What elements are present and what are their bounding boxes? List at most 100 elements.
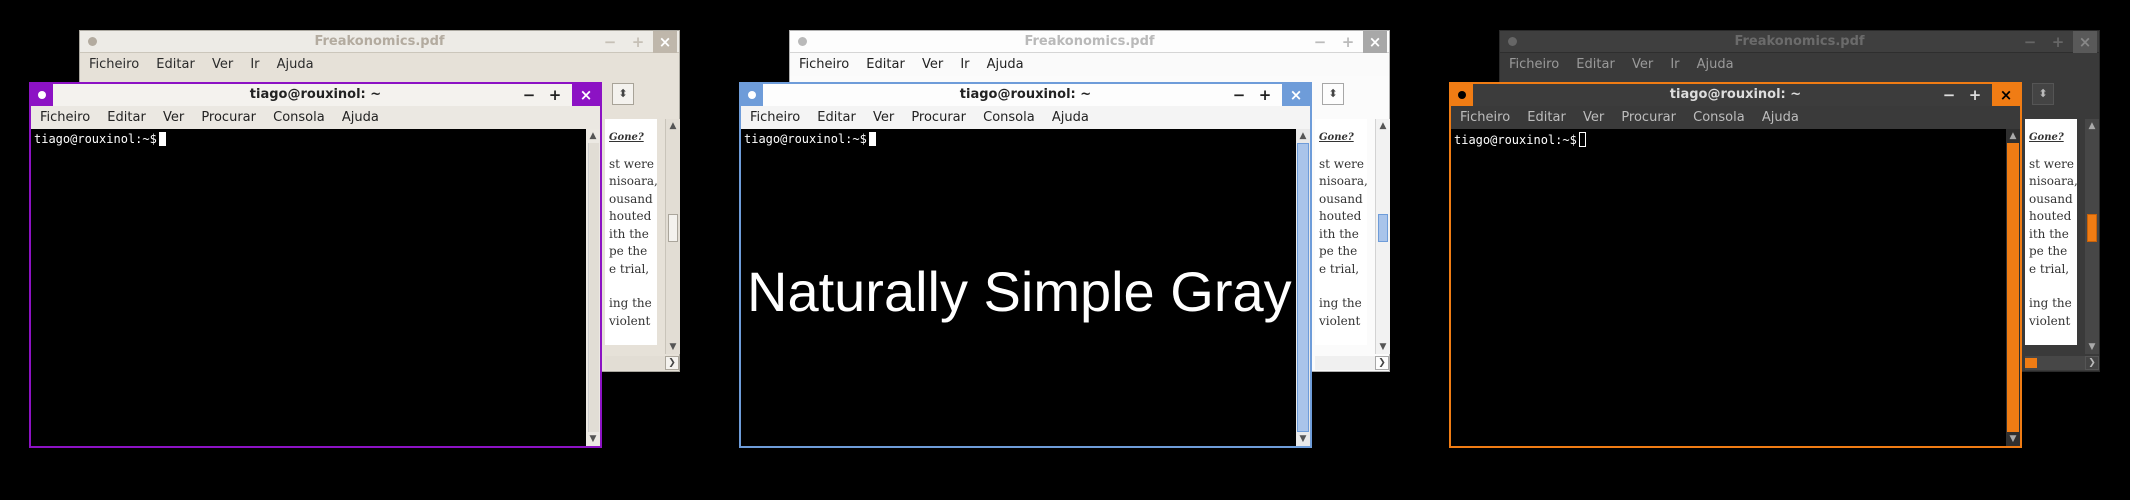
pdf-hscroll-thumb[interactable] — [2025, 358, 2037, 368]
maximize-icon[interactable]: + — [1339, 33, 1357, 51]
maximize-icon[interactable]: + — [629, 33, 647, 51]
menu-ajuda[interactable]: Ajuda — [987, 53, 1024, 76]
maximize-icon[interactable]: + — [2049, 33, 2067, 51]
menu-editar[interactable]: Editar — [156, 53, 195, 76]
menu-editar[interactable]: Editar — [107, 106, 146, 129]
close-icon[interactable]: × — [653, 31, 677, 53]
triangle-up-icon[interactable]: ▲ — [586, 129, 600, 143]
triangle-down-icon[interactable]: ▼ — [1296, 432, 1310, 446]
pdf-hscrollbar[interactable]: ❯ — [605, 356, 679, 370]
terminal-output[interactable]: tiago@rouxinol:~$ — [31, 129, 586, 446]
pdf-scroll-thumb[interactable] — [2087, 214, 2097, 242]
triangle-up-icon[interactable]: ▲ — [2085, 119, 2099, 133]
menu-ver[interactable]: Ver — [873, 106, 894, 129]
menu-ver[interactable]: Ver — [1632, 53, 1653, 76]
terminal-output[interactable]: tiago@rouxinol:~$ — [1451, 129, 2006, 446]
maximize-icon[interactable]: + — [1256, 86, 1274, 104]
menu-ajuda[interactable]: Ajuda — [342, 106, 379, 129]
pdf-titlebar[interactable]: Freakonomics.pdf − + × — [1500, 31, 2099, 53]
menu-ir[interactable]: Ir — [250, 53, 259, 76]
minimize-icon[interactable]: − — [601, 33, 619, 51]
menu-ver[interactable]: Ver — [922, 53, 943, 76]
close-icon[interactable]: × — [1363, 31, 1387, 53]
close-icon[interactable]: × — [2073, 31, 2097, 53]
triangle-down-icon[interactable]: ▼ — [2006, 432, 2020, 446]
menu-ficheiro[interactable]: Ficheiro — [89, 53, 139, 76]
terminal-vscrollbar[interactable]: ▲ ▼ — [586, 129, 600, 446]
menu-editar[interactable]: Editar — [1576, 53, 1615, 76]
terminal-vscrollbar[interactable]: ▲ ▼ — [2006, 129, 2020, 446]
maximize-icon[interactable]: + — [546, 86, 564, 104]
chevron-right-icon[interactable]: ❯ — [1375, 356, 1389, 370]
minimize-icon[interactable]: − — [520, 86, 538, 104]
close-icon[interactable]: × — [572, 84, 600, 106]
menu-ver[interactable]: Ver — [1583, 106, 1604, 129]
page-spinner[interactable]: ⬍ — [2032, 83, 2054, 105]
pdf-line — [609, 278, 657, 295]
pdf-line: e trial, — [2029, 261, 2070, 276]
pdf-titlebar[interactable]: Freakonomics.pdf − + × — [790, 31, 1389, 53]
pdf-vscrollbar[interactable]: ▲ ▼ — [1375, 119, 1390, 354]
minimize-icon[interactable]: − — [1230, 86, 1248, 104]
menu-ajuda[interactable]: Ajuda — [277, 53, 314, 76]
triangle-down-icon[interactable]: ▼ — [1376, 340, 1390, 354]
pdf-line: ousand — [1319, 191, 1363, 206]
pdf-scroll-thumb[interactable] — [1378, 214, 1388, 242]
pdf-titlebar[interactable]: Freakonomics.pdf − + × — [80, 31, 679, 53]
terminal-scroll-thumb[interactable] — [2007, 143, 2019, 432]
terminal-titlebar[interactable]: tiago@rouxinol: ~ − + × — [31, 84, 600, 106]
chevron-right-icon[interactable]: ❯ — [2085, 356, 2099, 370]
pdf-window-title: Freakonomics.pdf — [314, 34, 445, 49]
menu-ficheiro[interactable]: Ficheiro — [1509, 53, 1559, 76]
menu-ver[interactable]: Ver — [212, 53, 233, 76]
menu-consola[interactable]: Consola — [1693, 106, 1745, 129]
triangle-up-icon[interactable]: ▲ — [1296, 129, 1310, 143]
triangle-up-icon[interactable]: ▲ — [666, 119, 680, 133]
menu-procurar[interactable]: Procurar — [1621, 106, 1676, 129]
maximize-icon[interactable]: + — [1966, 86, 1984, 104]
pdf-hscrollbar[interactable]: ❯ — [1315, 356, 1389, 370]
terminal-scroll-thumb[interactable] — [1297, 143, 1309, 432]
page-spinner[interactable]: ⬍ — [612, 83, 634, 105]
menu-ficheiro[interactable]: Ficheiro — [750, 106, 800, 129]
terminal-titlebar[interactable]: tiago@rouxinol: ~ − + × — [1451, 84, 2020, 106]
terminal-scroll-thumb[interactable] — [588, 143, 599, 432]
menu-ajuda[interactable]: Ajuda — [1697, 53, 1734, 76]
triangle-down-icon[interactable]: ▼ — [666, 340, 680, 354]
menu-procurar[interactable]: Procurar — [201, 106, 256, 129]
menu-editar[interactable]: Editar — [1527, 106, 1566, 129]
triangle-down-icon[interactable]: ▼ — [586, 432, 600, 446]
menu-ajuda[interactable]: Ajuda — [1052, 106, 1089, 129]
chevron-right-icon[interactable]: ❯ — [665, 356, 679, 370]
terminal-titlebar[interactable]: tiago@rouxinol: ~ − + × — [741, 84, 1310, 106]
pdf-line: nisoara, — [609, 174, 658, 188]
pdf-line: ith the — [2029, 226, 2069, 241]
menu-ficheiro[interactable]: Ficheiro — [799, 53, 849, 76]
terminal-vscrollbar[interactable]: ▲ ▼ — [1296, 129, 1310, 446]
minimize-icon[interactable]: − — [1940, 86, 1958, 104]
close-icon[interactable]: × — [1992, 84, 2020, 106]
pdf-scroll-thumb[interactable] — [668, 214, 678, 242]
triangle-down-icon[interactable]: ▼ — [2085, 340, 2099, 354]
menu-editar[interactable]: Editar — [866, 53, 905, 76]
pdf-vscrollbar[interactable]: ▲ ▼ — [2085, 119, 2099, 354]
menu-ver[interactable]: Ver — [163, 106, 184, 129]
triangle-up-icon[interactable]: ▲ — [2006, 129, 2020, 143]
menu-consola[interactable]: Consola — [983, 106, 1035, 129]
menu-procurar[interactable]: Procurar — [911, 106, 966, 129]
menu-ajuda[interactable]: Ajuda — [1762, 106, 1799, 129]
pdf-menubar: Ficheiro Editar Ver Ir Ajuda — [1500, 53, 2099, 76]
menu-ficheiro[interactable]: Ficheiro — [40, 106, 90, 129]
minimize-icon[interactable]: − — [2021, 33, 2039, 51]
pdf-hscrollbar[interactable]: ❯ — [2025, 356, 2099, 370]
menu-consola[interactable]: Consola — [273, 106, 325, 129]
pdf-vscrollbar[interactable]: ▲ ▼ — [665, 119, 680, 354]
page-spinner[interactable]: ⬍ — [1322, 83, 1344, 105]
triangle-up-icon[interactable]: ▲ — [1376, 119, 1390, 133]
menu-ir[interactable]: Ir — [1670, 53, 1679, 76]
close-icon[interactable]: × — [1282, 84, 1310, 106]
menu-ficheiro[interactable]: Ficheiro — [1460, 106, 1510, 129]
menu-editar[interactable]: Editar — [817, 106, 856, 129]
minimize-icon[interactable]: − — [1311, 33, 1329, 51]
menu-ir[interactable]: Ir — [960, 53, 969, 76]
